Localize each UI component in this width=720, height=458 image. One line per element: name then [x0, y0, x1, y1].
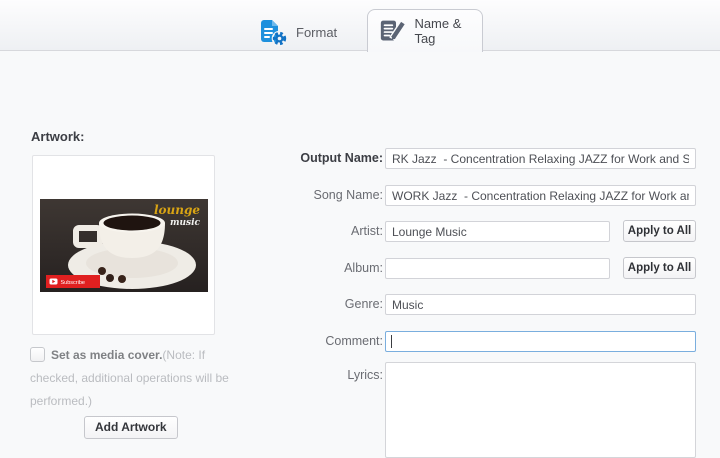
album-apply-all-button[interactable]: Apply to All: [623, 257, 696, 279]
media-cover-checkbox[interactable]: [30, 347, 45, 362]
media-cover-option: Set as media cover.(Note: If checked, ad…: [30, 344, 230, 413]
artwork-preview: lounge music Subscribe: [32, 155, 215, 335]
lyrics-label: Lyrics:: [347, 368, 383, 382]
coffee-bean: [117, 274, 126, 283]
tab-format-label: Format: [296, 24, 338, 40]
subscribe-badge: Subscribe: [45, 274, 100, 288]
coffee-bean: [97, 266, 106, 275]
output-name-label: Output Name:: [300, 151, 383, 165]
subscribe-label: Subscribe: [60, 280, 84, 286]
lyrics-textarea[interactable]: [385, 362, 696, 458]
album-label: Album:: [344, 261, 383, 275]
document-pencil-icon: [380, 19, 407, 41]
comment-label: Comment:: [325, 334, 383, 348]
artwork-section-label: Artwork:: [31, 129, 85, 144]
cover-image: lounge music Subscribe: [39, 198, 208, 292]
document-gear-icon: [261, 19, 288, 46]
tab-name-tag[interactable]: Name & Tag: [367, 9, 483, 52]
tab-name-tag-label: Name & Tag: [414, 16, 462, 46]
artist-label: Artist:: [351, 224, 383, 238]
genre-input[interactable]: [385, 294, 696, 315]
tab-format[interactable]: Format: [258, 17, 337, 47]
song-name-label: Song Name:: [313, 188, 383, 202]
add-artwork-button[interactable]: Add Artwork: [84, 416, 178, 439]
text-caret: [391, 335, 392, 348]
artist-input[interactable]: [385, 221, 610, 242]
coffee-bean: [105, 273, 114, 282]
brand-text-lounge: lounge: [153, 203, 199, 217]
album-input[interactable]: [385, 258, 610, 279]
output-name-input[interactable]: [385, 148, 696, 169]
coffee: [103, 215, 160, 230]
song-name-input[interactable]: [385, 185, 696, 206]
converter-window: Format Name & Tag Artwork: lounge music …: [0, 0, 720, 458]
tab-bar: Format Name & Tag: [0, 0, 720, 52]
media-cover-label: Set as media cover.: [51, 348, 163, 362]
brand-text-music: music: [169, 218, 200, 228]
comment-input[interactable]: [385, 331, 696, 352]
artist-apply-all-button[interactable]: Apply to All: [623, 220, 696, 242]
genre-label: Genre:: [344, 297, 383, 311]
